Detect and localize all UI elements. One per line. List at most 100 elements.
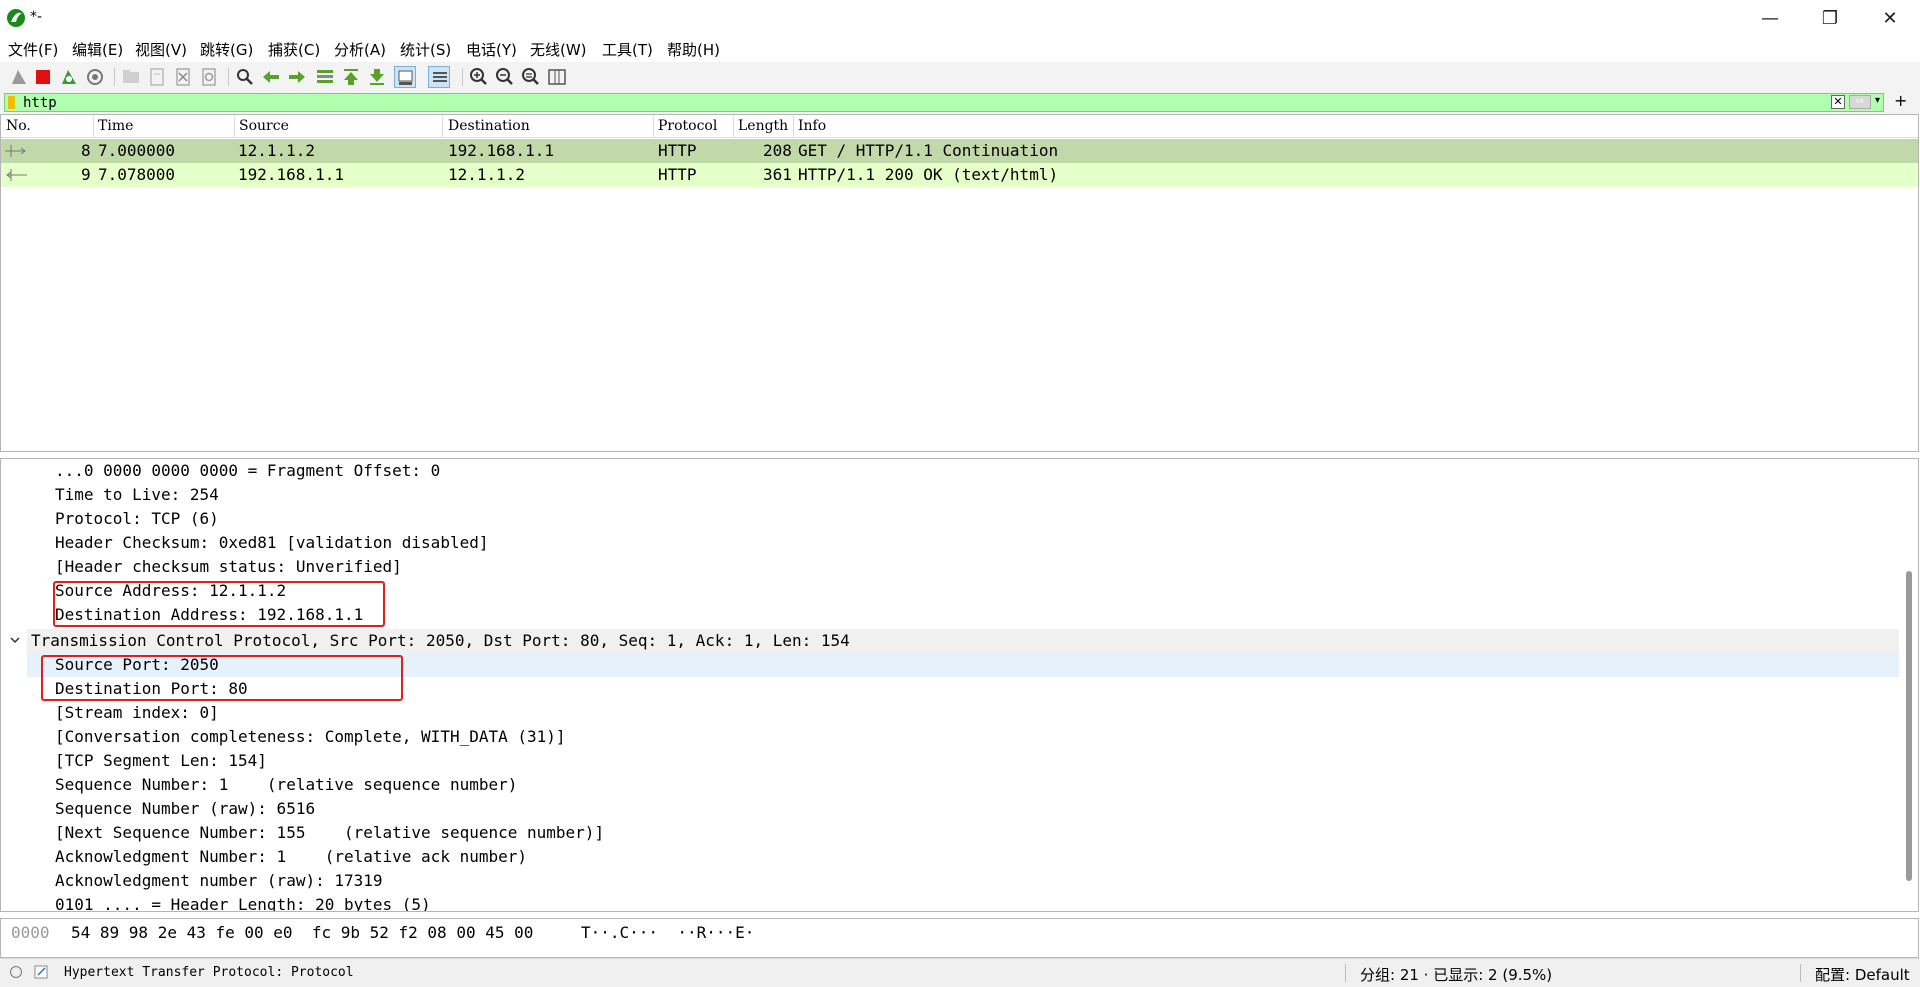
table-row[interactable]: 9 7.078000 192.168.1.1 12.1.1.2 HTTP 361… bbox=[1, 163, 1918, 187]
menu-analyze[interactable]: 分析(A) bbox=[334, 39, 386, 60]
find-packet-icon[interactable] bbox=[234, 66, 256, 88]
detail-conversation[interactable]: [Conversation completeness: Complete, WI… bbox=[55, 725, 566, 749]
detail-ttl[interactable]: Time to Live: 254 bbox=[55, 483, 219, 507]
cell-destination: 12.1.1.2 bbox=[448, 165, 526, 184]
normal-size-icon[interactable] bbox=[520, 66, 542, 88]
main-toolbar bbox=[0, 62, 1920, 93]
close-file-icon[interactable] bbox=[172, 66, 194, 88]
bytes-ascii-dump[interactable]: T··.C··· ··R···E· bbox=[581, 923, 754, 942]
cell-source: 192.168.1.1 bbox=[238, 165, 344, 184]
vertical-scrollbar[interactable] bbox=[1906, 571, 1912, 881]
detail-stream-index[interactable]: [Stream index: 0] bbox=[55, 701, 219, 725]
response-arrow-icon bbox=[6, 169, 27, 181]
detail-protocol[interactable]: Protocol: TCP (6) bbox=[55, 507, 219, 531]
detail-ack-number[interactable]: Acknowledgment Number: 1 (relative ack n… bbox=[55, 845, 527, 869]
column-header-length[interactable]: Length bbox=[738, 118, 788, 134]
profile-indicator[interactable]: 配置: Default bbox=[1815, 964, 1910, 985]
cell-protocol: HTTP bbox=[658, 141, 697, 160]
shark-fin-start-icon[interactable] bbox=[8, 66, 30, 88]
packet-bytes-pane[interactable]: 0000 54 89 98 2e 43 fe 00 e0 fc 9b 52 f2… bbox=[0, 918, 1919, 958]
detail-header-length[interactable]: 0101 .... = Header Length: 20 bytes (5) bbox=[55, 893, 431, 911]
restart-capture-icon[interactable] bbox=[58, 66, 80, 88]
zoom-out-icon[interactable] bbox=[494, 66, 516, 88]
menu-bar: 文件(F) 编辑(E) 视图(V) 跳转(G) 捕获(C) 分析(A) 统计(S… bbox=[0, 36, 1920, 62]
packet-list[interactable]: No. Time Source Destination Protocol Len… bbox=[0, 114, 1919, 452]
column-header-info[interactable]: Info bbox=[798, 118, 826, 134]
detail-segment-len[interactable]: [TCP Segment Len: 154] bbox=[55, 749, 267, 773]
window-title: *- bbox=[30, 9, 43, 25]
wireshark-logo-icon bbox=[7, 9, 25, 27]
detail-fragment-offset[interactable]: ...0 0000 0000 0000 = Fragment Offset: 0 bbox=[55, 459, 440, 483]
detail-sequence-number[interactable]: Sequence Number: 1 (relative sequence nu… bbox=[55, 773, 517, 797]
menu-telephony[interactable]: 电话(Y) bbox=[466, 39, 517, 60]
go-first-icon[interactable] bbox=[340, 66, 362, 88]
display-filter-input[interactable] bbox=[23, 94, 1823, 111]
menu-help[interactable]: 帮助(H) bbox=[667, 39, 720, 60]
chevron-down-icon[interactable]: ▾ bbox=[1875, 95, 1880, 106]
stop-capture-icon[interactable] bbox=[32, 66, 54, 88]
status-field-text: Hypertext Transfer Protocol: Protocol bbox=[64, 965, 354, 980]
cell-protocol: HTTP bbox=[658, 165, 697, 184]
cell-length: 208 bbox=[763, 141, 792, 160]
open-file-icon[interactable] bbox=[120, 66, 142, 88]
address-highlight-box bbox=[53, 581, 385, 627]
column-header-source[interactable]: Source bbox=[239, 118, 289, 134]
expert-info-icon[interactable] bbox=[10, 966, 22, 978]
cell-time: 7.000000 bbox=[98, 141, 176, 160]
go-back-icon[interactable] bbox=[260, 66, 282, 88]
column-header-destination[interactable]: Destination bbox=[448, 118, 530, 134]
menu-file[interactable]: 文件(F) bbox=[8, 39, 58, 60]
bytes-offset: 0000 bbox=[11, 923, 50, 942]
table-row[interactable]: 8 7.000000 12.1.1.2 192.168.1.1 HTTP 208… bbox=[1, 139, 1918, 163]
cell-no: 9 bbox=[81, 165, 91, 184]
detail-sequence-raw[interactable]: Sequence Number (raw): 6516 bbox=[55, 797, 315, 821]
restore-icon: ❐ bbox=[1821, 7, 1839, 29]
resize-columns-icon[interactable] bbox=[546, 66, 568, 88]
column-header-protocol[interactable]: Protocol bbox=[658, 118, 717, 134]
go-to-packet-icon[interactable] bbox=[314, 66, 336, 88]
packet-counts: 分组: 21 · 已显示: 2 (9.5%) bbox=[1360, 966, 1553, 984]
menu-statistics[interactable]: 统计(S) bbox=[400, 39, 451, 60]
reload-file-icon[interactable] bbox=[198, 66, 220, 88]
column-header-no[interactable]: No. bbox=[6, 118, 31, 134]
save-file-icon[interactable] bbox=[146, 66, 168, 88]
detail-tcp-header[interactable]: Transmission Control Protocol, Src Port:… bbox=[31, 629, 850, 653]
menu-go[interactable]: 跳转(G) bbox=[200, 39, 253, 60]
bookmark-icon[interactable] bbox=[8, 96, 15, 109]
minimize-button[interactable]: — bbox=[1740, 0, 1800, 36]
cell-destination: 192.168.1.1 bbox=[448, 141, 554, 160]
detail-checksum-status[interactable]: [Header checksum status: Unverified] bbox=[55, 555, 402, 579]
menu-view[interactable]: 视图(V) bbox=[135, 39, 187, 60]
zoom-in-icon[interactable] bbox=[468, 66, 490, 88]
cell-info: GET / HTTP/1.1 Continuation bbox=[798, 141, 1059, 160]
chevron-down-icon[interactable] bbox=[9, 634, 21, 646]
minimize-icon: — bbox=[1761, 7, 1779, 29]
colorize-icon[interactable] bbox=[428, 66, 450, 88]
restore-button[interactable]: ❐ bbox=[1800, 0, 1860, 36]
menu-tools[interactable]: 工具(T) bbox=[602, 39, 653, 60]
menu-wireless[interactable]: 无线(W) bbox=[530, 39, 587, 60]
go-forward-icon[interactable] bbox=[286, 66, 308, 88]
column-header-time[interactable]: Time bbox=[98, 118, 133, 134]
packet-details-tree[interactable]: ...0 0000 0000 0000 = Fragment Offset: 0… bbox=[0, 458, 1919, 912]
cell-length: 361 bbox=[763, 165, 792, 184]
menu-capture[interactable]: 捕获(C) bbox=[268, 39, 320, 60]
detail-header-checksum[interactable]: Header Checksum: 0xed81 [validation disa… bbox=[55, 531, 488, 555]
capture-options-icon[interactable] bbox=[84, 66, 106, 88]
apply-filter-button[interactable]: ⇨ bbox=[1849, 95, 1871, 109]
bytes-hex-dump[interactable]: 54 89 98 2e 43 fe 00 e0 fc 9b 52 f2 08 0… bbox=[71, 923, 533, 942]
autoscroll-icon[interactable] bbox=[394, 66, 416, 88]
edit-comment-icon[interactable] bbox=[34, 965, 48, 979]
go-last-icon[interactable] bbox=[366, 66, 388, 88]
add-filter-button[interactable]: + bbox=[1894, 92, 1907, 110]
clear-filter-icon[interactable]: ✕ bbox=[1831, 95, 1845, 109]
close-icon: ✕ bbox=[1882, 7, 1898, 29]
status-bar: Hypertext Transfer Protocol: Protocol 分组… bbox=[0, 958, 1920, 987]
menu-edit[interactable]: 编辑(E) bbox=[72, 39, 123, 60]
cell-time: 7.078000 bbox=[98, 165, 176, 184]
cell-source: 12.1.1.2 bbox=[238, 141, 316, 160]
detail-ack-raw[interactable]: Acknowledgment number (raw): 17319 bbox=[55, 869, 383, 893]
cell-no: 8 bbox=[81, 141, 91, 160]
close-button[interactable]: ✕ bbox=[1860, 0, 1920, 36]
detail-next-sequence[interactable]: [Next Sequence Number: 155 (relative seq… bbox=[55, 821, 604, 845]
